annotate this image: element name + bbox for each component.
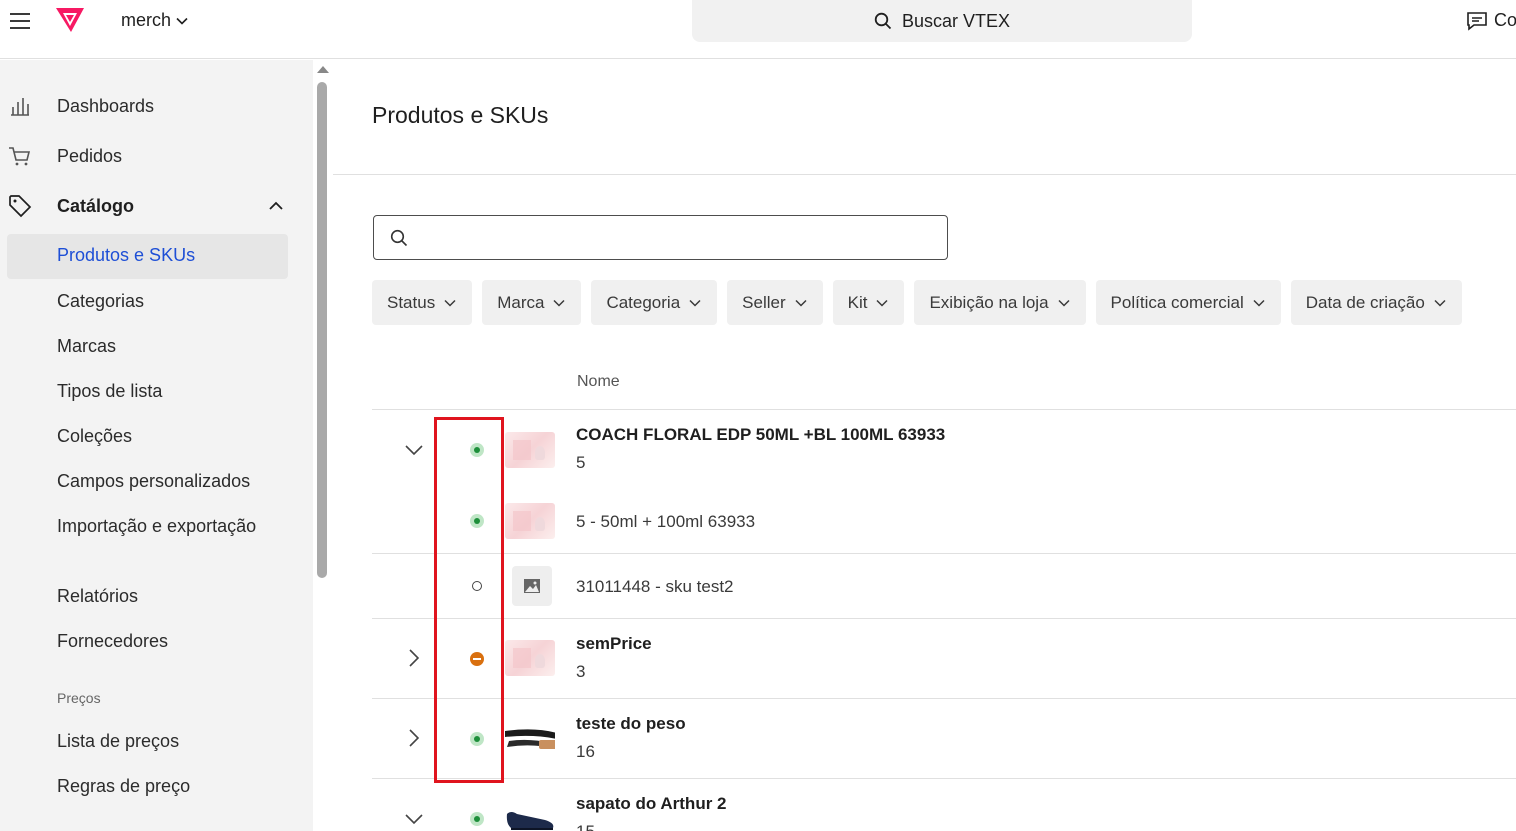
filter-data-de-criacao[interactable]: Data de criação [1290, 280, 1462, 325]
chevron-down-icon [876, 299, 888, 307]
filter-status[interactable]: Status [372, 280, 473, 325]
sidebar-subitem-marcas[interactable]: Marcas [57, 334, 116, 359]
account-name: merch [121, 10, 172, 30]
account-switcher[interactable]: merch [121, 10, 189, 31]
chevron-down-icon[interactable] [403, 808, 425, 830]
divider [372, 409, 1516, 410]
divider [372, 618, 1516, 619]
chevron-down-icon [444, 299, 456, 307]
sidebar-item-label: Catálogo [57, 195, 135, 216]
sidebar-subitem-tipos-de-lista[interactable]: Tipos de lista [57, 379, 162, 404]
product-sku-count: 15 [576, 822, 595, 831]
sidebar: Dashboards Pedidos Catálogo Produtos e S… [0, 60, 313, 831]
chevron-down-icon [1434, 299, 1446, 307]
sidebar-subitem-lista-de-precos[interactable]: Lista de preços [57, 729, 179, 754]
global-search-label: Buscar VTEX [901, 10, 1011, 31]
sidebar-item-pedidos[interactable]: Pedidos [0, 136, 300, 176]
sidebar-subitem-categorias[interactable]: Categorias [57, 289, 144, 314]
filter-seller[interactable]: Seller [727, 280, 823, 325]
sidebar-subitem-importacao-exportacao[interactable]: Importação e exportação [57, 514, 257, 539]
product-sku-count: 3 [576, 662, 586, 681]
sidebar-subitem-produtos-skus[interactable]: Produtos e SKUs [7, 234, 288, 279]
image-placeholder [512, 566, 552, 606]
product-name[interactable]: sapato do Arthur 2 [576, 794, 727, 814]
divider [372, 778, 1516, 779]
scroll-up-arrow-icon[interactable] [317, 66, 329, 73]
sidebar-subitem-regras-de-preco[interactable]: Regras de preço [57, 774, 190, 799]
chevron-down-icon [176, 17, 188, 25]
filter-label: Status [387, 292, 436, 312]
sidebar-subitem-fornecedores[interactable]: Fornecedores [57, 629, 168, 654]
sidebar-item-dashboards[interactable]: Dashboards [0, 86, 300, 126]
chevron-down-icon [689, 299, 701, 307]
divider [372, 553, 1516, 554]
search-icon [874, 12, 892, 30]
sidebar-item-catalogo[interactable]: Catálogo [0, 186, 300, 226]
global-search-button[interactable]: Buscar VTEX [692, 0, 1192, 42]
highlight-box [434, 417, 504, 783]
sku-name[interactable]: 5 - 50ml + 100ml 63933 [576, 512, 755, 532]
chevron-right-icon[interactable] [403, 647, 425, 669]
image-icon [524, 579, 540, 593]
comments-button[interactable]: Co [1466, 10, 1516, 31]
tag-icon [9, 195, 32, 218]
filter-label: Kit [847, 292, 868, 312]
chevron-down-icon[interactable] [403, 439, 425, 461]
filter-politica-comercial[interactable]: Política comercial [1095, 280, 1281, 325]
divider [372, 698, 1516, 699]
product-thumbnail [505, 801, 555, 831]
filter-label: Categoria [606, 292, 681, 312]
filter-label: Exibição na loja [929, 292, 1049, 312]
sku-thumbnail [505, 503, 555, 539]
product-thumbnail [505, 640, 555, 676]
chevron-up-icon[interactable] [267, 197, 285, 215]
sidebar-subitem-colecoes[interactable]: Coleções [57, 424, 132, 449]
product-name[interactable]: COACH FLORAL EDP 50ML +BL 100ML 63933 [576, 425, 945, 445]
sidebar-subitem-relatorios[interactable]: Relatórios [57, 584, 138, 609]
filter-label: Marca [497, 292, 545, 312]
chevron-down-icon [795, 299, 807, 307]
page-title: Produtos e SKUs [372, 102, 549, 128]
filter-categoria[interactable]: Categoria [591, 280, 718, 325]
top-bar: merch Buscar VTEX Co [0, 0, 1516, 59]
product-name[interactable]: semPrice [576, 634, 652, 654]
filter-label: Data de criação [1305, 292, 1425, 312]
status-active-icon [470, 812, 484, 826]
product-name[interactable]: teste do peso [576, 714, 686, 734]
bar-chart-icon [11, 98, 29, 116]
product-thumbnail [505, 432, 555, 468]
menu-icon[interactable] [10, 13, 30, 29]
scrollbar-thumb[interactable] [317, 82, 327, 578]
filter-exibicao-na-loja[interactable]: Exibição na loja [914, 280, 1086, 325]
chevron-right-icon[interactable] [403, 727, 425, 749]
vtex-logo[interactable] [54, 6, 86, 34]
filter-bar: Status Marca Categoria Seller Kit Exibiç… [372, 280, 1462, 325]
cart-icon [9, 147, 31, 166]
sku-name[interactable]: 31011448 - sku test2 [576, 577, 734, 597]
column-header-nome[interactable]: Nome [577, 373, 620, 391]
product-sku-count: 16 [576, 742, 595, 761]
sidebar-scrollbar[interactable] [313, 60, 331, 831]
sidebar-subitem-campos-personalizados[interactable]: Campos personalizados [57, 469, 250, 494]
search-icon [390, 229, 408, 247]
product-search-field[interactable] [373, 215, 948, 260]
product-thumbnail [505, 721, 555, 757]
sidebar-item-label: Dashboards [57, 95, 155, 116]
sidebar-subitem-label: Produtos e SKUs [57, 245, 196, 265]
product-search-input[interactable] [418, 224, 938, 252]
sidebar-item-label: Pedidos [57, 145, 123, 166]
divider [333, 174, 1516, 175]
chevron-down-icon [1058, 299, 1070, 307]
product-sku-count: 5 [576, 453, 586, 472]
message-icon [1467, 11, 1487, 31]
chevron-down-icon [553, 299, 565, 307]
filter-label: Política comercial [1110, 292, 1244, 312]
filter-kit[interactable]: Kit [832, 280, 905, 325]
chevron-down-icon [1253, 299, 1265, 307]
comments-label: Co [1494, 10, 1516, 30]
filter-marca[interactable]: Marca [482, 280, 582, 325]
filter-label: Seller [742, 292, 786, 312]
sidebar-section-precos: Preços [57, 690, 101, 706]
